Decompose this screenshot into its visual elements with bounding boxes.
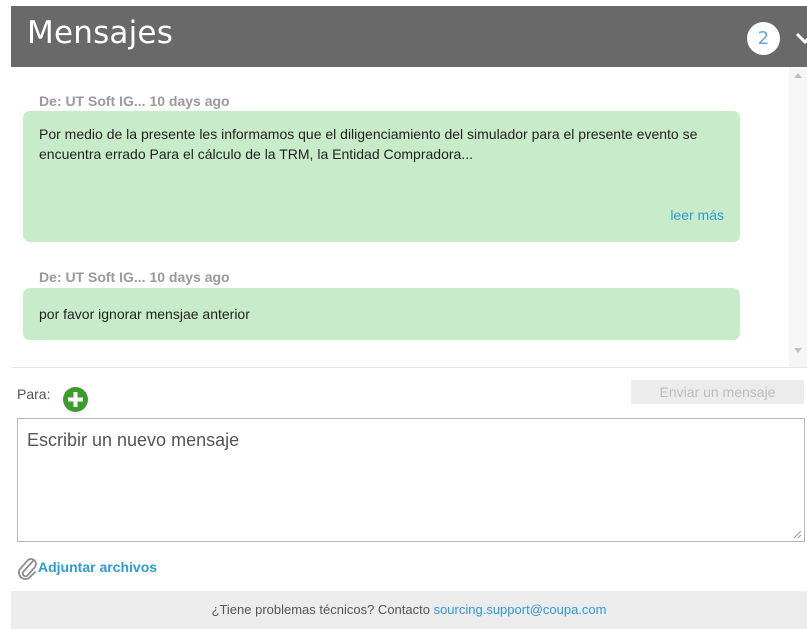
message-text: Por medio de la presente les informamos … xyxy=(39,126,698,162)
message-meta: De: UT Soft IG... 10 days ago xyxy=(39,269,230,285)
recipient-label: Para: xyxy=(17,386,51,402)
message-meta: De: UT Soft IG... 10 days ago xyxy=(39,93,230,109)
footer-text: ¿Tiene problemas técnicos? Contacto xyxy=(211,602,434,617)
message-text: por favor ignorar mensjae anterior xyxy=(39,306,250,322)
send-message-button[interactable]: Enviar un mensaje xyxy=(631,380,804,404)
messages-header: Mensajes 2 xyxy=(11,6,807,67)
panel-title: Mensajes xyxy=(27,15,174,51)
plus-circle-icon[interactable] xyxy=(63,387,88,412)
scroll-down-arrow-icon[interactable] xyxy=(794,348,802,353)
read-more-link[interactable]: leer más xyxy=(670,205,724,225)
message-bubble: Por medio de la presente les informamos … xyxy=(23,111,740,242)
support-email-link[interactable]: sourcing.support@coupa.com xyxy=(434,602,607,617)
divider xyxy=(11,367,807,368)
textarea-placeholder: Escribir un nuevo mensaje xyxy=(27,430,240,450)
attach-files-link[interactable]: Adjuntar archivos xyxy=(38,559,157,575)
message-bubble: por favor ignorar mensjae anterior xyxy=(23,288,740,340)
scroll-up-arrow-icon[interactable] xyxy=(794,73,802,78)
scrollbar[interactable] xyxy=(789,67,807,367)
support-footer: ¿Tiene problemas técnicos? Contacto sour… xyxy=(11,591,807,629)
new-message-textarea[interactable]: Escribir un nuevo mensaje xyxy=(17,418,805,542)
chevron-down-icon[interactable] xyxy=(794,28,807,48)
message-list[interactable]: De: UT Soft IG... 10 days ago Por medio … xyxy=(11,67,807,367)
paperclip-icon[interactable] xyxy=(16,555,38,581)
resize-grip-icon[interactable] xyxy=(792,529,802,539)
message-count-badge: 2 xyxy=(747,22,780,55)
